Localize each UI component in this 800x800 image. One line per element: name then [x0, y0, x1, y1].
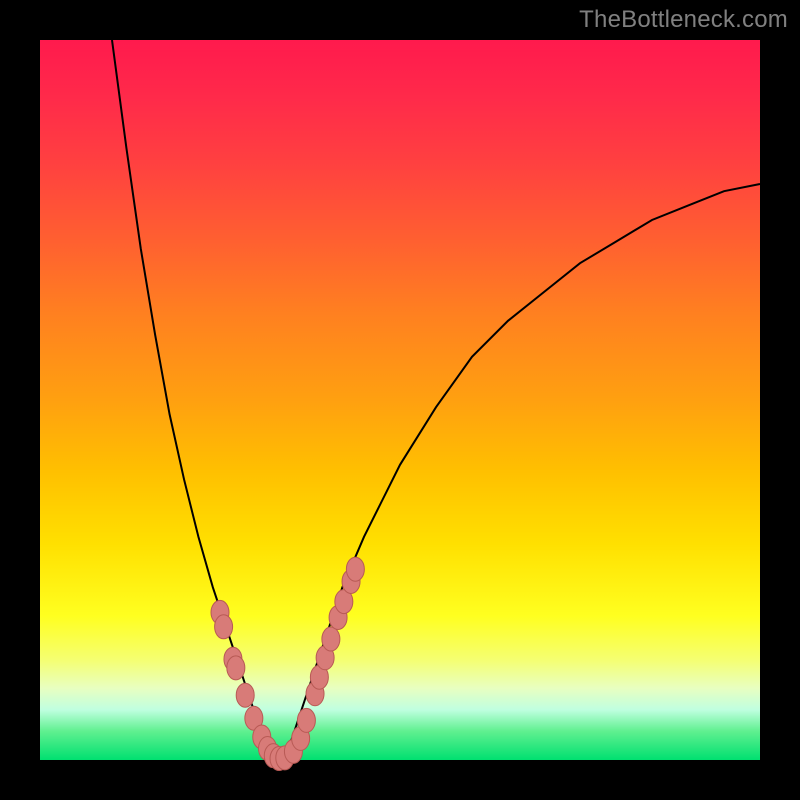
plot-area [40, 40, 760, 760]
curve-left [112, 40, 278, 760]
data-dot [215, 615, 233, 639]
data-dot [322, 627, 340, 651]
watermark-text: TheBottleneck.com [579, 6, 788, 34]
data-dot [346, 557, 364, 581]
data-dot [227, 656, 245, 680]
data-dot [297, 708, 315, 732]
chart-frame: TheBottleneck.com [0, 0, 800, 800]
curves-svg [40, 40, 760, 760]
curve-right [278, 184, 760, 760]
data-dot [236, 683, 254, 707]
dots-right [276, 557, 365, 770]
dots-left [211, 600, 288, 770]
